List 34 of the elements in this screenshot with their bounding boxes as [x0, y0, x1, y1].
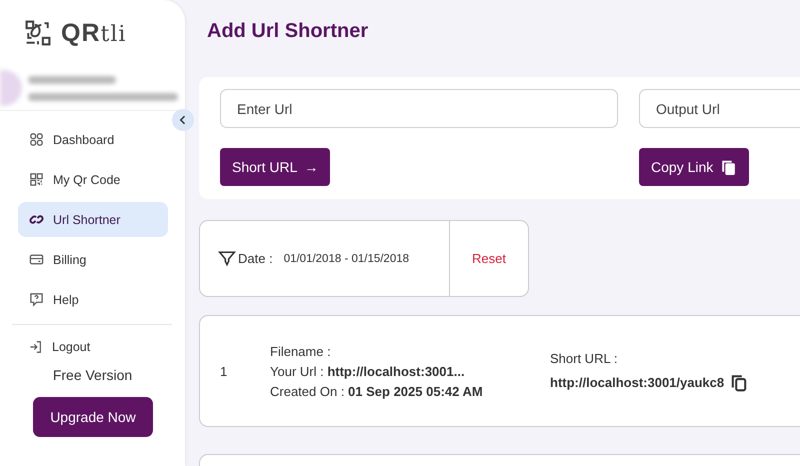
copy-icon	[720, 158, 738, 176]
collapse-button[interactable]	[172, 109, 194, 131]
qr-code-icon	[29, 172, 44, 187]
grid-icon	[29, 132, 44, 147]
your-url-text: Your Url : http://localhost:3001...	[270, 364, 466, 378]
sidebar-item[interactable]: Help	[18, 282, 168, 317]
page-title: Add Url Shortner	[207, 20, 370, 43]
logout-link[interactable]: Logout	[18, 329, 168, 364]
upgrade-button[interactable]: Upgrade Now	[33, 397, 153, 437]
avatar	[0, 70, 22, 106]
row-index: 1	[219, 364, 228, 378]
sidebar-item[interactable]: Dashboard	[18, 122, 168, 157]
plan-label: Free Version	[52, 367, 134, 383]
date-label: Date :	[238, 251, 273, 266]
created-on-text: Created On : 01 Sep 2025 05:42 AM	[270, 384, 484, 398]
copy-icon[interactable]	[730, 374, 748, 392]
date-range: 01/01/2018 - 01/15/2018	[284, 252, 410, 264]
copy-link-button[interactable]: Copy Link	[639, 148, 750, 186]
output-url-field[interactable]: Output Url	[639, 89, 800, 128]
short-url-text: http://localhost:3001/yaukc8	[550, 375, 724, 390]
short-url-label: Short URL :	[550, 350, 618, 366]
short-url-button[interactable]: Short URL →	[220, 148, 330, 186]
sidebar-item[interactable]: Billing	[18, 242, 168, 277]
filename-label: Filename :	[270, 344, 332, 358]
filter-icon	[218, 250, 236, 268]
reset-link[interactable]: Reset	[450, 221, 528, 296]
help-icon	[29, 292, 44, 307]
brand-logo: QRtli	[61, 18, 126, 48]
sidebar-item[interactable]: Url Shortner	[18, 202, 168, 237]
sidebar-item[interactable]: My Qr Code	[18, 162, 168, 197]
card-icon	[29, 252, 44, 267]
logout-icon	[29, 340, 43, 354]
qr-code-icon	[25, 20, 51, 46]
url-input[interactable]: Enter Url	[220, 89, 618, 128]
